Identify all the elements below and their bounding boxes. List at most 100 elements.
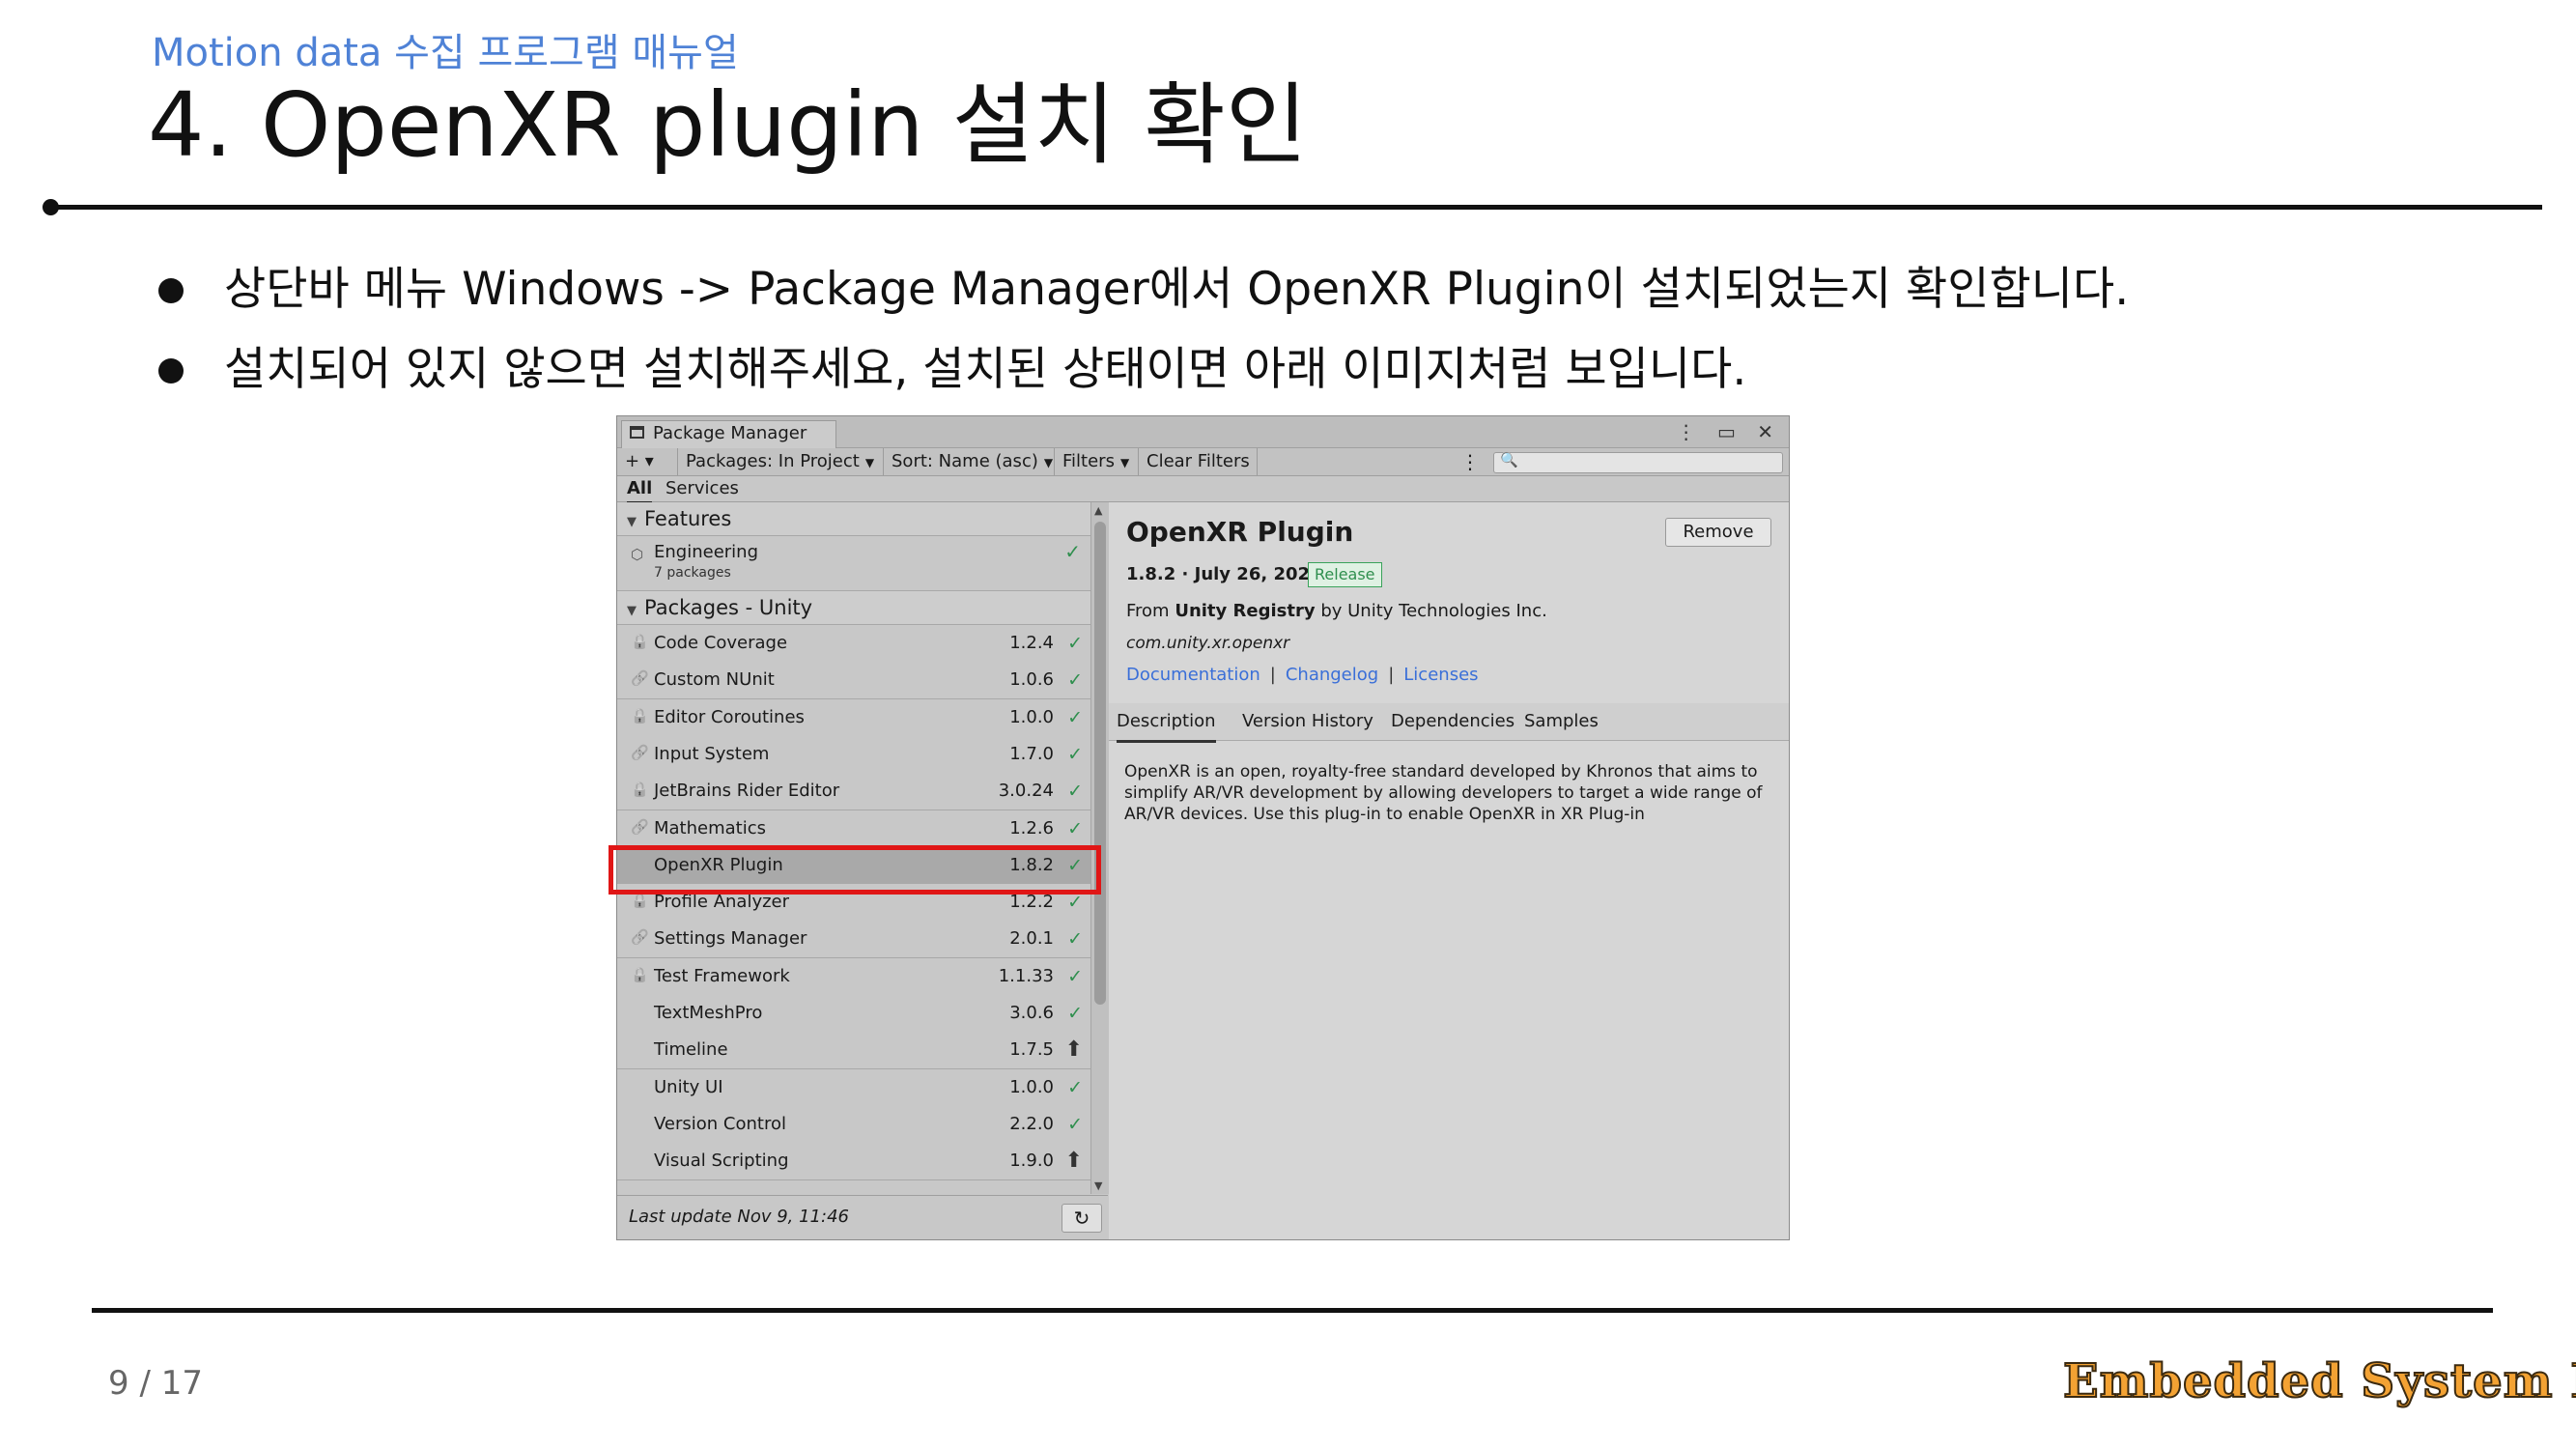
slide-subtitle: Motion data 수집 프로그램 매뉴얼 (152, 31, 739, 75)
installed-check-icon: ✓ (1067, 1076, 1083, 1098)
package-name: Editor Coroutines (654, 706, 805, 727)
search-input[interactable]: 🔍 (1493, 451, 1783, 473)
last-update-label: Last update Nov 9, 11:46 (629, 1207, 849, 1227)
package-version: 3.0.24 (998, 781, 1054, 802)
package-row[interactable]: 🔒 Code Coverage 1.2.4 ✓ (617, 625, 1090, 663)
package-version: 1.2.4 (1009, 633, 1054, 653)
bullet-text: 상단바 메뉴 Windows -> Package Manager에서 Open… (224, 263, 2130, 316)
package-list-footer: Last update Nov 9, 11:46 ↻ (617, 1195, 1108, 1239)
feature-set-icon: ⬡ (631, 546, 644, 563)
sort-dropdown[interactable]: Sort: Name (asc) ▼ (884, 448, 1055, 475)
scroll-up-icon[interactable]: ▲ (1094, 504, 1102, 517)
remove-button[interactable]: Remove (1665, 518, 1771, 547)
package-manager-icon (630, 426, 644, 439)
features-header-label: Features (644, 507, 732, 530)
packages-scope-dropdown[interactable]: Packages: In Project ▼ (678, 448, 884, 475)
lock-icon: 🔒 (631, 965, 649, 983)
installed-check-icon: ✓ (1064, 540, 1081, 563)
package-name: Unity UI (654, 1076, 723, 1097)
refresh-button[interactable]: ↻ (1062, 1204, 1102, 1233)
installed-check-icon: ✓ (1067, 781, 1083, 803)
link-icon: 🔗 (631, 743, 649, 761)
feature-count: 7 packages (654, 565, 731, 581)
sort-label: Sort: Name (asc) (892, 451, 1038, 471)
package-row[interactable]: 🔗 Custom NUnit 1.0.6 ✓ (617, 662, 1090, 700)
link-icon: 🔗 (631, 669, 649, 688)
package-name: Input System (654, 743, 770, 764)
package-version: 1.1.33 (998, 965, 1054, 986)
chevron-down-icon: ▼ (1043, 456, 1054, 469)
package-version-date: 1.8.2 · July 26, 2023 (1126, 564, 1322, 584)
package-row[interactable]: 🔒 JetBrains Rider Editor 3.0.24 ✓ (617, 773, 1090, 811)
tab-version-history[interactable]: Version History (1242, 703, 1373, 740)
title-rule-dot (42, 199, 59, 215)
filters-label: Filters (1062, 451, 1115, 471)
release-badge: Release (1308, 562, 1382, 587)
window-tab[interactable]: Package Manager (621, 420, 837, 448)
package-name: JetBrains Rider Editor (654, 781, 840, 802)
update-available-icon: ⬆ (1064, 1149, 1083, 1174)
bullet-dot-icon (158, 358, 184, 384)
bullet-dot-icon (158, 278, 184, 303)
packages-scope-label: Packages: In Project (686, 451, 860, 471)
package-id: com.unity.xr.openxr (1126, 634, 1290, 653)
scope-tab-all[interactable]: All (627, 476, 653, 503)
expand-triangle-icon: ▼ (627, 515, 637, 529)
package-row[interactable]: 🔗 Mathematics 1.2.6 ✓ (617, 810, 1090, 848)
lock-icon: 🔒 (631, 781, 649, 799)
slide-title: 4. OpenXR plugin 설치 확인 (148, 73, 1308, 177)
lab-logo: Embedded System Lab (2062, 1353, 2576, 1409)
package-version: 1.2.6 (1009, 817, 1054, 838)
package-name: Code Coverage (654, 633, 788, 653)
toolbar-menu-icon[interactable]: ⋮ (1460, 448, 1480, 475)
filters-dropdown[interactable]: Filters ▼ (1055, 448, 1139, 475)
packages-section-header[interactable]: ▼ Packages - Unity (617, 591, 1090, 625)
package-links: Documentation | Changelog | Licenses (1126, 665, 1479, 685)
lock-icon: 🔒 (631, 706, 649, 724)
installed-check-icon: ✓ (1067, 743, 1083, 765)
detail-tabs: Description Version History Dependencies… (1109, 703, 1789, 743)
package-row[interactable]: 🔗 Input System 1.7.0 ✓ (617, 735, 1090, 774)
scrollbar-thumb[interactable] (1094, 522, 1106, 1005)
add-package-button[interactable]: + ▾ (617, 448, 678, 475)
package-row[interactable]: 🔗 Settings Manager 2.0.1 ✓ (617, 921, 1090, 959)
changelog-link[interactable]: Changelog (1286, 665, 1378, 685)
package-row[interactable]: 🔒 Editor Coroutines 1.0.0 ✓ (617, 698, 1090, 737)
installed-check-icon: ✓ (1067, 928, 1083, 951)
tab-dependencies[interactable]: Dependencies (1391, 703, 1514, 740)
package-row[interactable]: 🔒 Test Framework 1.1.33 ✓ (617, 957, 1090, 996)
package-row[interactable]: Visual Scripting 1.9.0 ⬆ (617, 1143, 1090, 1181)
package-source: From Unity Registry by Unity Technologie… (1126, 601, 1547, 621)
bullet-list: 상단바 메뉴 Windows -> Package Manager에서 Open… (155, 249, 2129, 410)
documentation-link[interactable]: Documentation (1126, 665, 1260, 685)
package-row[interactable]: Unity UI 1.0.0 ✓ (617, 1068, 1090, 1107)
features-section-header[interactable]: ▼ Features (617, 502, 1090, 536)
installed-check-icon: ✓ (1067, 669, 1083, 692)
package-name: Custom NUnit (654, 669, 775, 691)
installed-check-icon: ✓ (1067, 706, 1083, 728)
clear-filters-button[interactable]: Clear Filters (1139, 448, 1258, 475)
link-icon: 🔗 (631, 928, 649, 947)
package-version: 1.0.0 (1009, 706, 1054, 727)
bullet-item: 상단바 메뉴 Windows -> Package Manager에서 Open… (155, 249, 2129, 329)
package-version: 2.2.0 (1009, 1113, 1054, 1134)
licenses-link[interactable]: Licenses (1403, 665, 1478, 685)
tab-description[interactable]: Description (1117, 703, 1216, 743)
feature-engineering[interactable]: ⬡ Engineering 7 packages ✓ (617, 536, 1090, 591)
scroll-down-icon[interactable]: ▼ (1094, 1179, 1102, 1192)
source-prefix: From (1126, 601, 1175, 621)
package-row[interactable]: TextMeshPro 3.0.6 ✓ (617, 995, 1090, 1033)
package-version: 1.0.6 (1009, 669, 1054, 691)
installed-check-icon: ✓ (1067, 1113, 1083, 1135)
scope-tab-services[interactable]: Services (665, 476, 739, 501)
package-version: 1.7.5 (1009, 1039, 1054, 1061)
package-name: TextMeshPro (654, 1003, 763, 1023)
package-row[interactable]: Timeline 1.7.5 ⬆ (617, 1032, 1090, 1070)
scope-tabs: All Services (617, 476, 1789, 503)
window-controls[interactable]: ⋮ ▭ ✕ (1677, 420, 1781, 443)
package-row[interactable]: Version Control 2.2.0 ✓ (617, 1105, 1090, 1144)
tab-samples[interactable]: Samples (1524, 703, 1599, 740)
source-registry: Unity Registry (1175, 601, 1316, 621)
link-separator: | (1388, 665, 1395, 685)
toolbar: + ▾ Packages: In Project ▼ Sort: Name (as… (617, 448, 1789, 476)
